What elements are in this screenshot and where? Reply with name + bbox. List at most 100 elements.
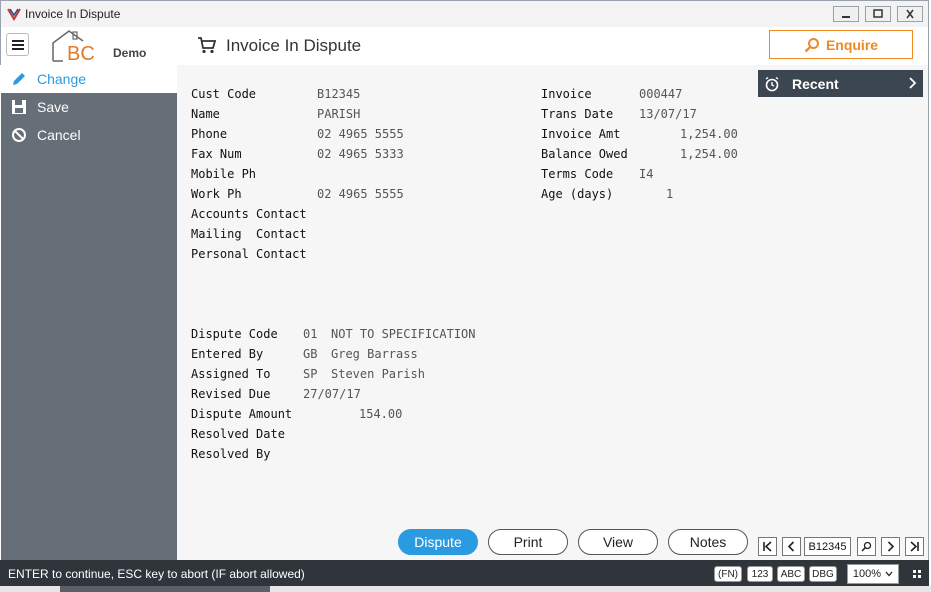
dispute-button[interactable]: Dispute (398, 529, 478, 555)
cart-icon (198, 37, 217, 54)
assigned-to-code[interactable]: SP (303, 367, 317, 381)
dispute-code-value[interactable]: 01 (303, 327, 317, 341)
floppy-disk-icon (1, 99, 37, 115)
invoice-amt-label: Invoice Amt (541, 127, 621, 141)
phone-value[interactable]: 02 4965 5555 (317, 127, 404, 141)
accounts-contact-label: Accounts Contact (191, 207, 307, 221)
work-phone-value[interactable]: 02 4965 5555 (317, 187, 404, 201)
logo-demo-label: Demo (113, 46, 147, 60)
chevron-down-icon (885, 571, 893, 577)
invoice-label: Invoice (541, 87, 592, 101)
sidebar-item-change[interactable]: Change (1, 65, 177, 93)
entered-by-code[interactable]: GB (303, 347, 317, 361)
name-label: Name (191, 107, 220, 121)
enquire-label: Enquire (825, 36, 879, 53)
status-bar: ENTER to continue, ESC key to abort (IF … (0, 560, 929, 586)
abc-logo: BC (52, 30, 95, 63)
alpha-mode-badge[interactable]: ABC (777, 566, 805, 582)
previous-record-button[interactable] (782, 537, 801, 556)
cancel-circle-icon (1, 127, 37, 143)
sidebar-item-label: Save (37, 99, 69, 115)
window-title: Invoice In Dispute (25, 7, 121, 21)
work-phone-label: Work Ph (191, 187, 242, 201)
menu-button[interactable] (6, 33, 29, 56)
fn-key-badge[interactable]: (FN) (714, 566, 742, 582)
last-record-icon (910, 541, 919, 552)
assigned-to-name: Steven Parish (331, 367, 425, 381)
fax-label: Fax Num (191, 147, 242, 161)
terms-code-label: Terms Code (541, 167, 614, 181)
sidebar-item-label: Cancel (37, 127, 81, 143)
cust-code-label: Cust Code (191, 87, 257, 101)
revised-due-value[interactable]: 27/07/17 (303, 387, 361, 401)
page-title: Invoice In Dispute (226, 36, 362, 55)
sidebar-item-cancel[interactable]: Cancel (1, 121, 177, 149)
personal-contact-label: Personal Contact (191, 247, 307, 261)
mailing-contact-label: Mailing Contact (191, 227, 307, 241)
revised-due-label: Revised Due (191, 387, 271, 401)
invoice-value[interactable]: 000447 (639, 87, 682, 101)
view-button[interactable]: View (578, 529, 658, 555)
resolved-date-label: Resolved Date (191, 427, 285, 441)
first-record-button[interactable] (758, 537, 777, 556)
zoom-value: 100% (852, 568, 882, 580)
mobile-label: Mobile Ph (191, 167, 257, 181)
debug-badge[interactable]: DBG (809, 566, 837, 582)
recent-button[interactable]: Recent (758, 70, 923, 97)
numeric-mode-badge[interactable]: 123 (747, 566, 773, 582)
balance-owed-label: Balance Owed (541, 147, 628, 161)
invoice-amt-value[interactable]: 1,254.00 (680, 127, 738, 141)
status-message: ENTER to continue, ESC key to abort (IF … (8, 567, 305, 581)
dispute-code-description: NOT TO SPECIFICATION (331, 327, 476, 341)
app-logo-icon (7, 8, 21, 21)
taskbar-strip (0, 586, 931, 592)
chevron-right-icon (909, 77, 917, 89)
next-record-button[interactable] (881, 537, 900, 556)
age-days-value[interactable]: 1 (666, 187, 673, 201)
close-button[interactable] (897, 6, 923, 22)
phone-label: Phone (191, 127, 228, 141)
trans-date-label: Trans Date (541, 107, 614, 121)
trans-date-value[interactable]: 13/07/17 (639, 107, 697, 121)
close-icon (906, 9, 914, 19)
background-window-tab (60, 586, 270, 592)
search-icon (804, 37, 819, 52)
entered-by-name: Greg Barrass (331, 347, 418, 361)
restore-icon (873, 9, 883, 18)
enquire-button[interactable]: Enquire (769, 30, 913, 59)
minimize-button[interactable] (833, 6, 859, 22)
terms-code-value[interactable]: I4 (639, 167, 653, 181)
sidebar-item-label: Change (37, 71, 87, 87)
first-record-icon (763, 541, 772, 552)
entered-by-label: Entered By (191, 347, 264, 361)
window-titlebar: Invoice In Dispute (0, 0, 929, 27)
alarm-clock-icon (765, 76, 779, 91)
balance-owed-value[interactable]: 1,254.00 (680, 147, 738, 161)
logo-text: BC (67, 43, 95, 63)
name-value[interactable]: PARISH (317, 107, 360, 121)
chevron-right-icon (887, 541, 895, 552)
assigned-to-label: Assigned To (191, 367, 271, 381)
find-record-button[interactable] (857, 537, 876, 556)
app-header: BC Demo Invoice In Dispute Enquire (0, 27, 929, 65)
hamburger-icon (11, 39, 24, 50)
chevron-left-icon (787, 541, 795, 552)
search-icon (861, 541, 872, 552)
dispute-amount-value[interactable]: 154.00 (359, 407, 402, 421)
fax-value[interactable]: 02 4965 5333 (317, 147, 404, 161)
age-days-label: Age (days) (541, 187, 614, 201)
print-button[interactable]: Print (488, 529, 568, 555)
sidebar-item-save[interactable]: Save (1, 93, 177, 121)
resolved-by-label: Resolved By (191, 447, 271, 461)
record-key-field[interactable]: B12345 (804, 537, 851, 556)
cust-code-value[interactable]: B12345 (317, 87, 360, 101)
last-record-button[interactable] (905, 537, 924, 556)
sidebar: Change Save Cancel (1, 65, 177, 560)
dispute-code-label: Dispute Code (191, 327, 278, 341)
pencil-icon (1, 71, 37, 87)
recent-label: Recent (792, 75, 839, 92)
zoom-select[interactable]: 100% (847, 564, 899, 584)
grid-icon[interactable] (913, 570, 921, 578)
restore-button[interactable] (865, 6, 891, 22)
notes-button[interactable]: Notes (668, 529, 748, 555)
